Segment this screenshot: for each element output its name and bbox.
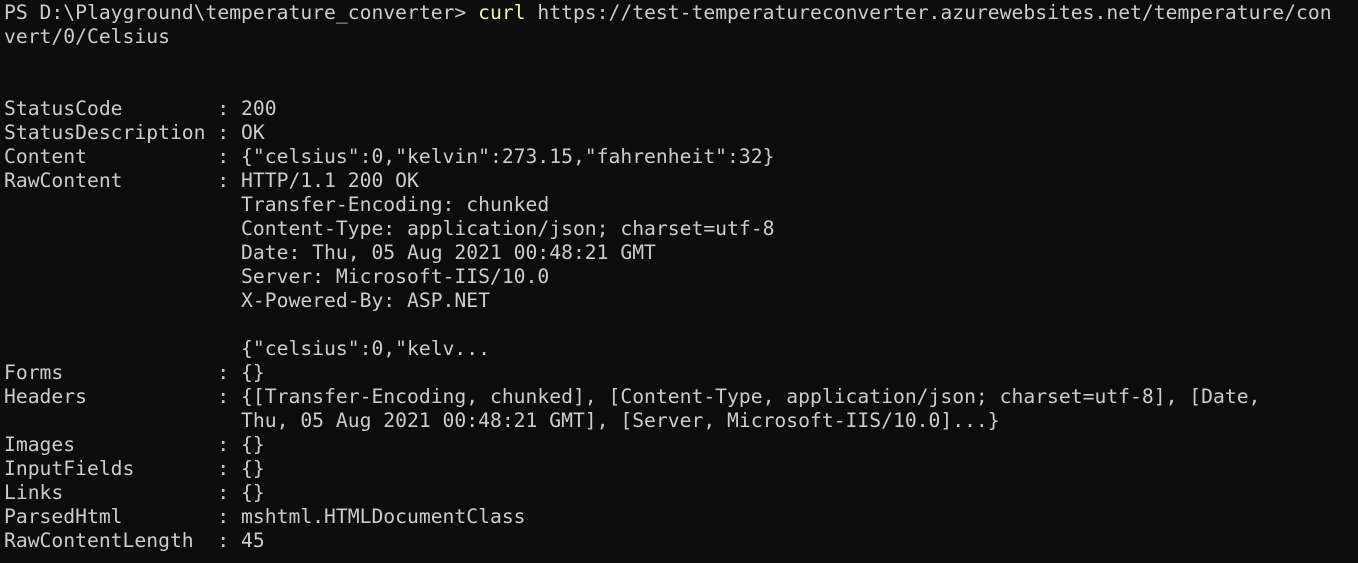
terminal-window[interactable]: PS D:\Playground\temperature_converter> … bbox=[0, 0, 1358, 563]
output-line-headers-cont: Thu, 05 Aug 2021 00:48:21 GMT], [Server,… bbox=[4, 409, 1000, 432]
output-line-parsedhtml: ParsedHtml : mshtml.HTMLDocumentClass bbox=[4, 505, 526, 528]
output-line-rawcontent: RawContent : HTTP/1.1 200 OK bbox=[4, 169, 419, 192]
output-line-blank bbox=[4, 313, 1358, 337]
output-line-content: Content : {"celsius":0,"kelvin":273.15,"… bbox=[4, 145, 775, 168]
output-line-content-type: Content-Type: application/json; charset=… bbox=[4, 217, 775, 240]
output-line-powered-by: X-Powered-By: ASP.NET bbox=[4, 289, 490, 312]
output-line-inputfields: InputFields : {} bbox=[4, 457, 265, 480]
output-line-headers: Headers : {[Transfer-Encoding, chunked],… bbox=[4, 385, 1261, 408]
output-line-server: Server: Microsoft-IIS/10.0 bbox=[4, 265, 550, 288]
prompt-line: PS D:\Playground\temperature_converter> … bbox=[4, 1, 1358, 25]
prompt-path: PS D:\Playground\temperature_converter> bbox=[4, 1, 479, 24]
output-line-statuscode: StatusCode : 200 bbox=[4, 97, 277, 120]
output-line-forms: Forms : {} bbox=[4, 361, 265, 384]
output-line-transfer-encoding: Transfer-Encoding: chunked bbox=[4, 193, 550, 216]
output-line-statusdescription: StatusDescription : OK bbox=[4, 121, 265, 144]
output-line-links: Links : {} bbox=[4, 481, 265, 504]
output-line-date: Date: Thu, 05 Aug 2021 00:48:21 GMT bbox=[4, 241, 656, 264]
output-line-images: Images : {} bbox=[4, 433, 265, 456]
output-line-rawcontentlength: RawContentLength : 45 bbox=[4, 529, 265, 552]
output-line-body-preview: {"celsius":0,"kelv... bbox=[4, 337, 490, 360]
command-url: https://test-temperatureconverter.azurew… bbox=[525, 1, 1332, 24]
command-name: curl bbox=[478, 1, 526, 24]
prompt-line-wrap: vert/0/Celsius bbox=[4, 25, 170, 48]
